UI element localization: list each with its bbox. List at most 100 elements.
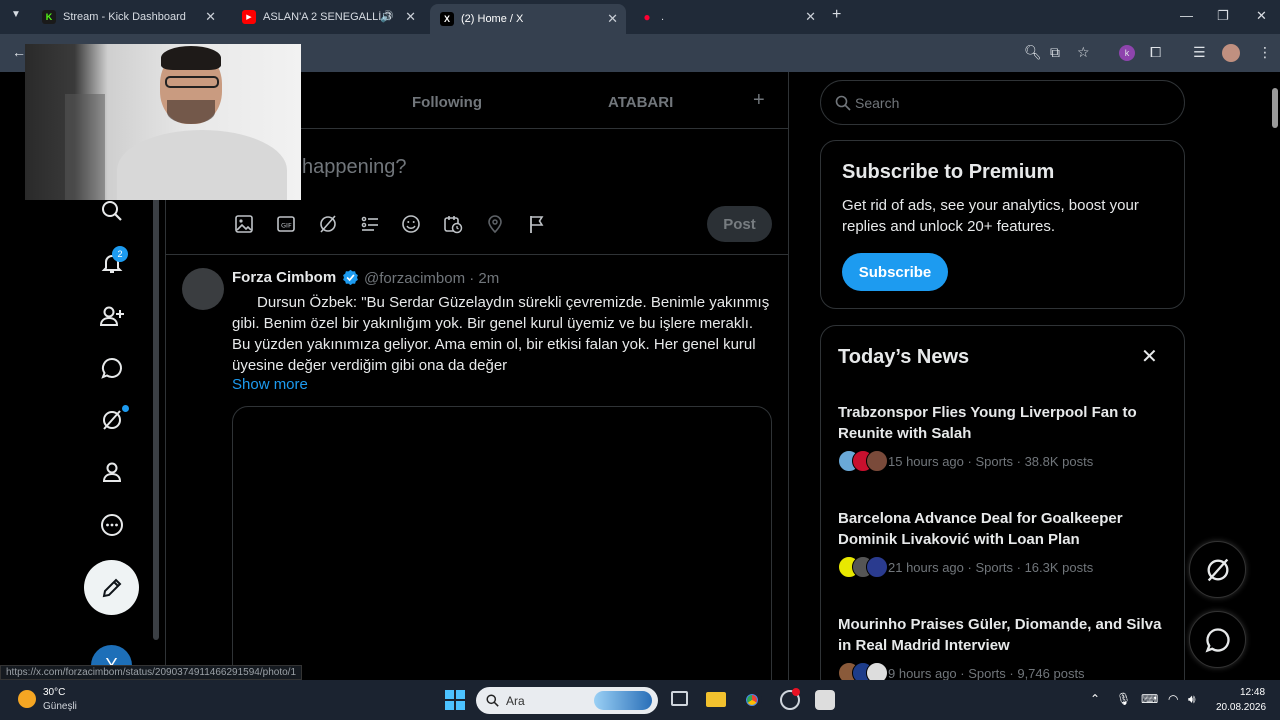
media-image-icon[interactable] (232, 212, 256, 236)
file-explorer-icon[interactable] (706, 692, 726, 707)
sun-weather-icon[interactable] (18, 690, 36, 708)
obs-app-icon[interactable] (815, 690, 835, 710)
search-input[interactable]: Search (820, 80, 1185, 125)
show-more-link[interactable]: Show more (232, 376, 308, 393)
profile-avatar-icon[interactable] (1222, 44, 1240, 62)
tab-list-chevron-icon[interactable]: ▼ (11, 9, 21, 20)
location-pin-icon[interactable] (483, 212, 507, 236)
taskbar-search-label: Ara (506, 694, 525, 708)
close-icon[interactable]: ✕ (1141, 344, 1158, 369)
tab-x-home[interactable]: X (2) Home / X ✕ (430, 4, 626, 34)
verified-badge-icon (343, 269, 358, 286)
volume-icon[interactable]: 🔊︎ (1188, 692, 1196, 707)
chrome-icon[interactable] (742, 690, 762, 710)
tab-kick-dashboard[interactable]: K Stream - Kick Dashboard ✕ (32, 4, 224, 30)
page-scrollbar[interactable] (1270, 74, 1280, 680)
tab-title: Stream - Kick Dashboard (63, 11, 186, 23)
news-avatars (838, 450, 888, 472)
keyboard-icon[interactable]: ⌨ (1141, 692, 1158, 706)
compose-input[interactable]: happening? (302, 156, 407, 179)
premium-title: Subscribe to Premium (842, 161, 1055, 183)
tweet-handle-time: @forzacimbom · 2m (364, 270, 500, 287)
tweet-author-avatar[interactable] (182, 268, 224, 310)
tab-atabari[interactable]: ATABARI (608, 94, 673, 111)
webcam-person-torso (117, 130, 287, 200)
browser-menu-icon[interactable]: ⋮ (1258, 44, 1272, 61)
news-item[interactable]: Barcelona Advance Deal for Goalkeeper Do… (838, 508, 1178, 578)
divider (166, 254, 789, 255)
microphone-icon[interactable]: 🎙︎ (1116, 692, 1131, 706)
close-icon[interactable]: ✕ (607, 11, 618, 27)
new-tab-button[interactable]: + (832, 6, 841, 24)
news-item[interactable]: Trabzonspor Flies Young Liverpool Fan to… (838, 402, 1178, 472)
chat-bubble-icon (1205, 627, 1230, 652)
recording-indicator-icon (792, 688, 800, 696)
webcam-background-shape (65, 94, 105, 200)
follow-person-plus-icon[interactable] (96, 300, 128, 332)
browser-tab-strip: ▼ K Stream - Kick Dashboard ✕ ▶ ASLAN'A … (0, 0, 1280, 34)
svg-text:GIF: GIF (281, 222, 292, 230)
maximize-icon[interactable]: ❐ (1217, 8, 1229, 24)
bookmark-star-icon[interactable]: ☆ (1077, 44, 1090, 61)
link-status-url: https://x.com/forzacimbom/status/2090374… (0, 665, 303, 680)
close-icon[interactable]: ✕ (405, 9, 416, 25)
webcam-person-beard (167, 100, 215, 124)
close-icon[interactable]: ✕ (205, 9, 216, 25)
windows-start-icon[interactable] (445, 690, 465, 710)
quill-pen-icon (102, 578, 121, 597)
extensions-puzzle-icon[interactable]: ⧠ (1150, 44, 1161, 61)
scrollbar-thumb[interactable] (1272, 88, 1278, 128)
search-highlight-image (594, 691, 652, 710)
subscribe-button[interactable]: Subscribe (842, 253, 948, 291)
tweet-text: Dursun Özbek: "Bu Serdar Güzelaydın süre… (232, 294, 774, 374)
add-tab-button[interactable]: + (753, 89, 765, 112)
clock-time[interactable]: 12:48 (1240, 687, 1265, 698)
premium-card: Subscribe to Premium Get rid of ads, see… (820, 140, 1185, 309)
taskbar-search-input[interactable]: Ara (476, 687, 658, 714)
back-arrow-icon[interactable]: ← (12, 44, 26, 60)
notifications-badge: 2 (112, 246, 128, 262)
news-item[interactable]: Mourinho Praises Güler, Diomande, and Si… (838, 614, 1178, 684)
messages-chat-icon[interactable] (96, 352, 128, 384)
tab-youtube[interactable]: ▶ ASLAN'A 2 SENEGALLİ BİRD 🔊 ✕ (232, 4, 424, 30)
poll-list-icon[interactable] (358, 212, 382, 236)
news-item-meta: 15 hours ago · Sports · 38.8K posts (888, 453, 1094, 469)
extension-profile-icon[interactable]: k (1119, 45, 1135, 61)
wifi-icon[interactable]: ◠ (1168, 692, 1178, 706)
grok-floating-button[interactable] (1189, 541, 1246, 598)
reading-list-icon[interactable]: ☰ (1193, 44, 1206, 61)
premium-body: Get rid of ads, see your analytics, boos… (842, 197, 1139, 235)
profile-person-icon[interactable] (96, 456, 128, 488)
search-icon (835, 95, 851, 111)
weather-description[interactable]: Güneşli (43, 701, 77, 712)
task-view-icon[interactable] (671, 691, 688, 706)
weather-temperature[interactable]: 30°C (43, 687, 65, 698)
close-icon[interactable]: ✕ (805, 9, 816, 25)
gif-icon[interactable]: GIF (274, 212, 298, 236)
minimize-icon[interactable]: — (1180, 8, 1193, 23)
search-icon (486, 694, 499, 707)
cast-icon[interactable]: ⧉ (1050, 44, 1060, 61)
flag-icon[interactable] (525, 212, 549, 236)
tab-other[interactable]: ● . ✕ (630, 4, 824, 30)
more-options-icon[interactable] (96, 509, 128, 541)
clock-date[interactable]: 20.08.2026 (1216, 702, 1266, 713)
news-avatars (838, 556, 888, 578)
messages-floating-button[interactable] (1189, 611, 1246, 668)
grok-compose-icon[interactable] (316, 212, 340, 236)
speaker-icon[interactable]: 🔊 (380, 10, 394, 23)
tab-following[interactable]: Following (412, 94, 482, 111)
webcam-person-hair (161, 46, 221, 70)
tray-chevron-icon[interactable]: ⌃ (1090, 692, 1100, 706)
search-placeholder: Search (855, 95, 900, 111)
news-item-title: Trabzonspor Flies Young Liverpool Fan to… (838, 404, 1137, 442)
post-button[interactable]: Post (707, 206, 772, 242)
tweet-media[interactable] (232, 406, 772, 696)
zoom-icon[interactable]: 🔍︎ (1024, 44, 1042, 61)
compose-post-button[interactable] (84, 560, 139, 615)
tweet-author-name[interactable]: Forza Cimbom (232, 269, 336, 286)
window-close-icon[interactable]: ✕ (1256, 8, 1267, 24)
tab-title: . (661, 11, 665, 23)
emoji-smiley-icon[interactable] (399, 212, 423, 236)
schedule-calendar-icon[interactable] (441, 212, 465, 236)
